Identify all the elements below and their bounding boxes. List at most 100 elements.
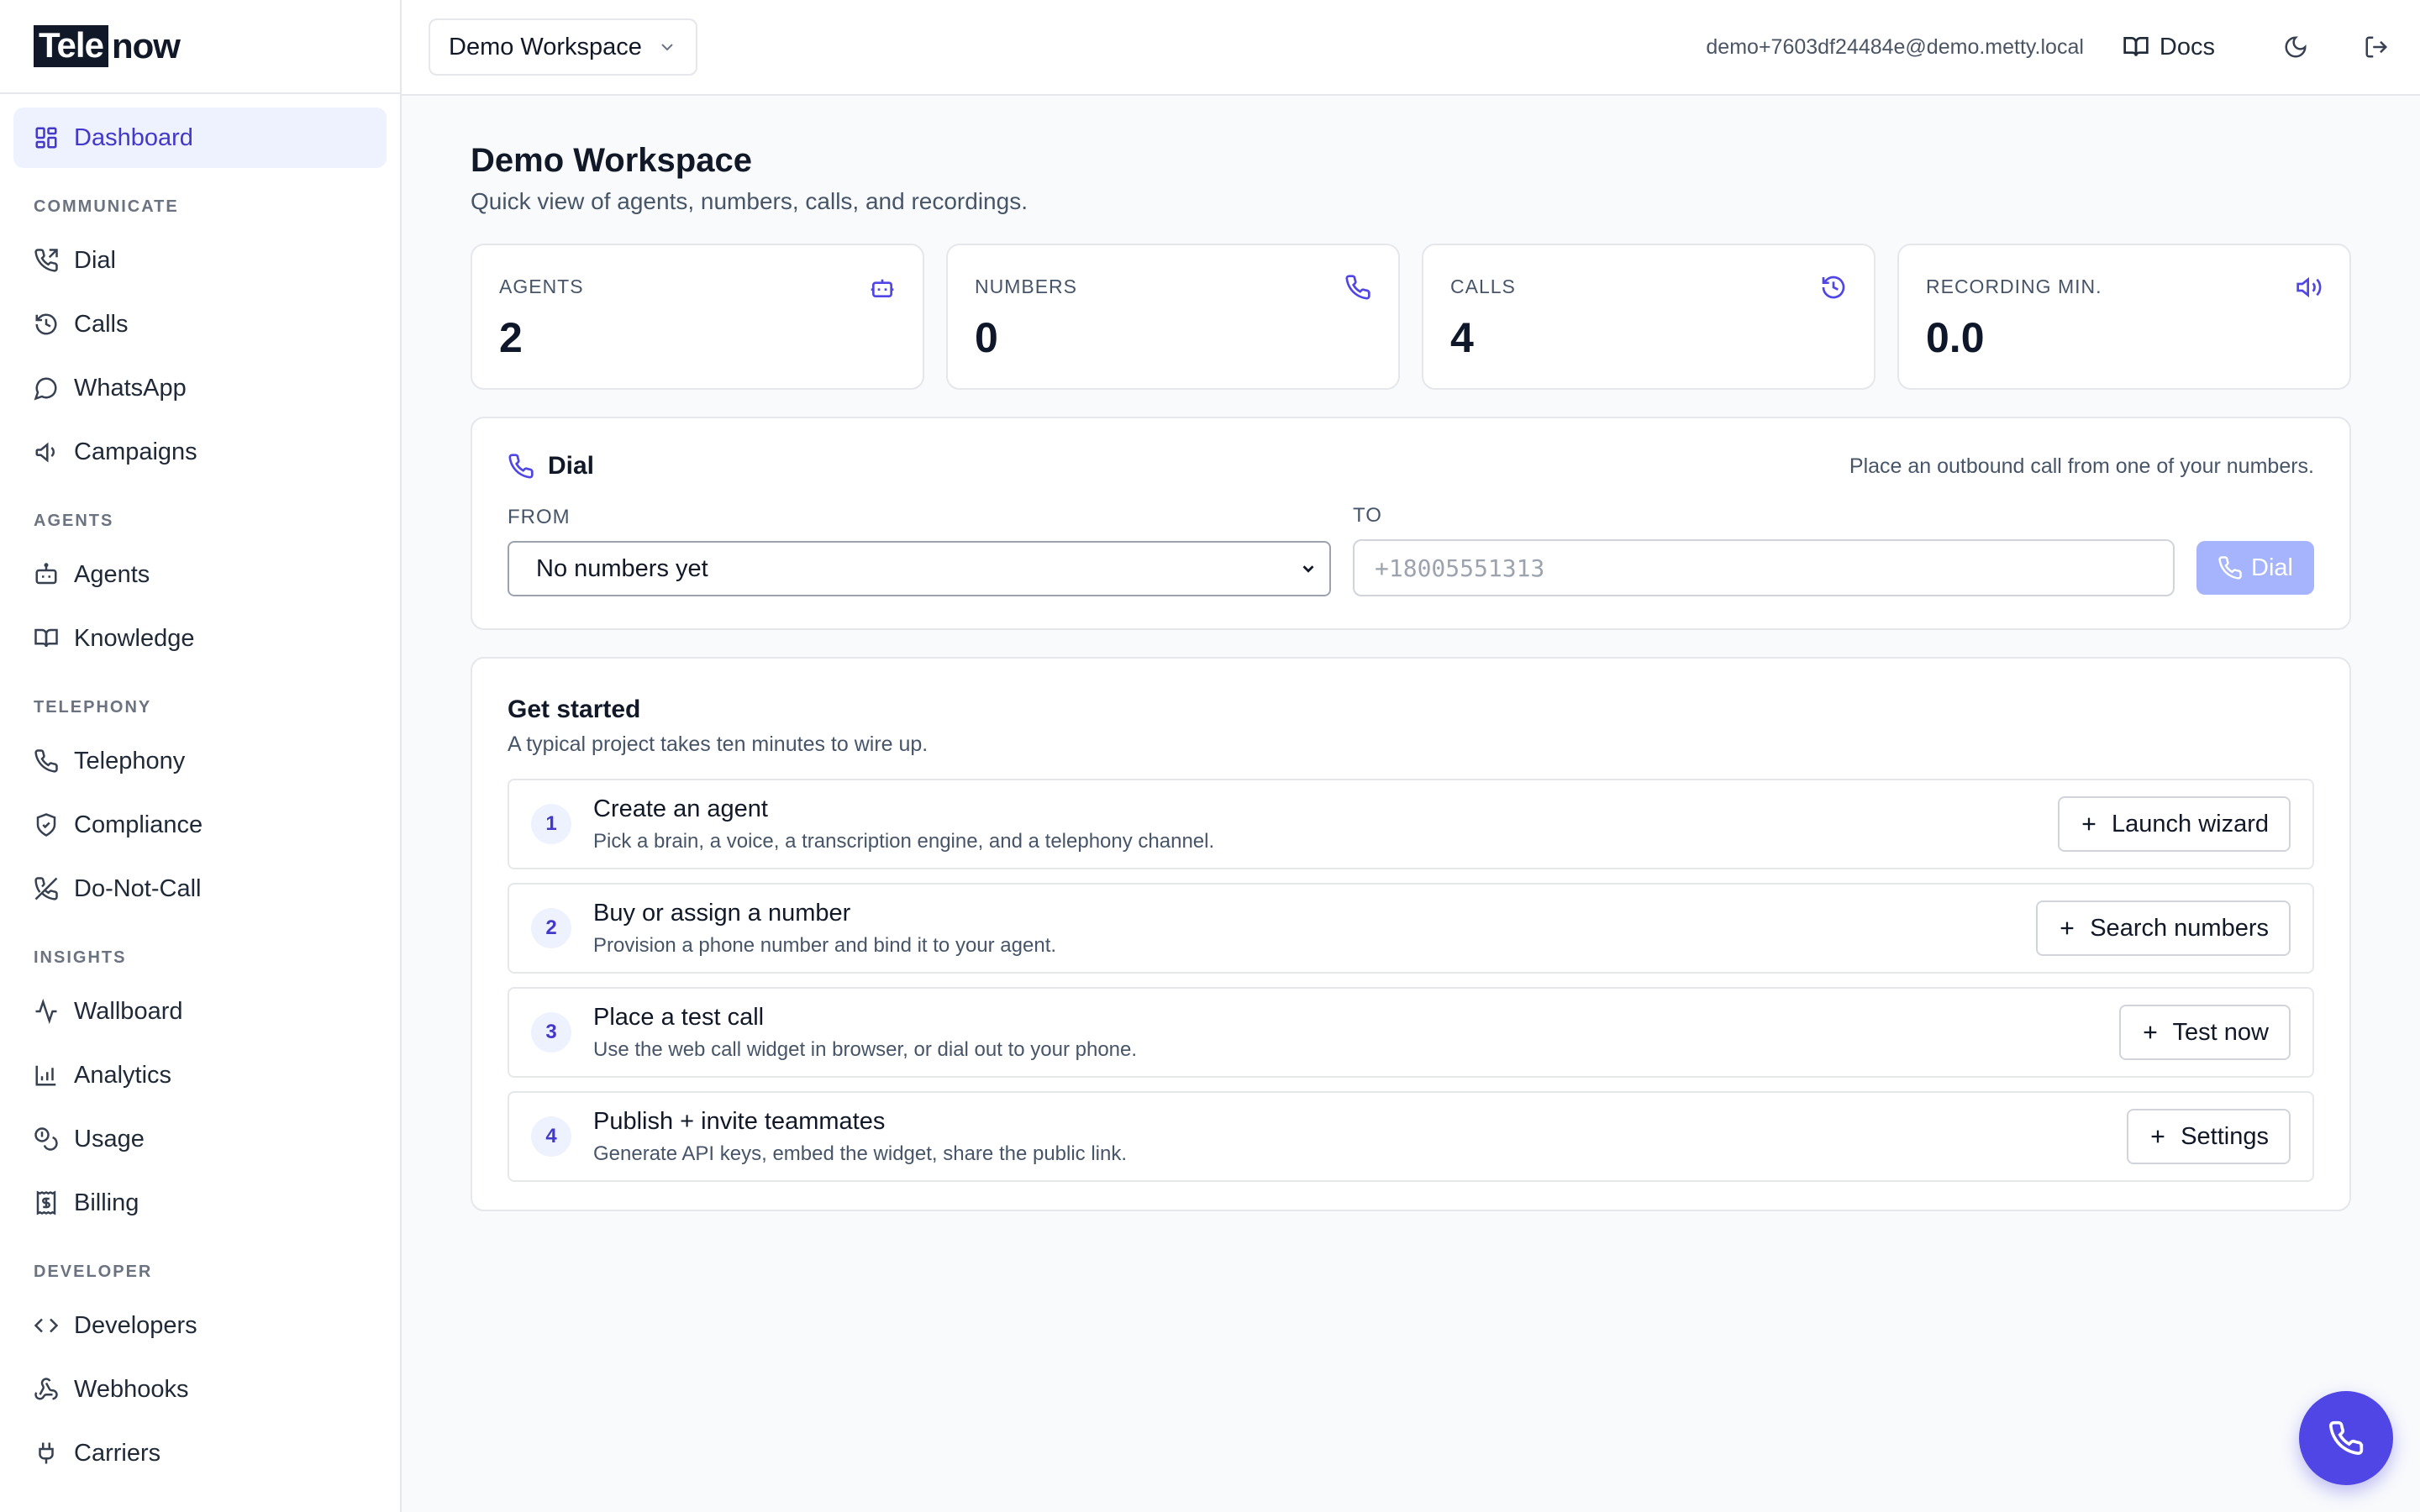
chevron-down-icon (657, 37, 677, 57)
activity-icon (34, 999, 59, 1024)
step-description: Generate API keys, embed the widget, sha… (593, 1142, 1128, 1165)
docs-label: Docs (2159, 33, 2215, 60)
sidebar-item-label: Knowledge (74, 624, 195, 652)
stat-card-calls[interactable]: CALLS 4 (1422, 244, 1876, 390)
stat-value: 0.0 (1926, 314, 1985, 361)
stat-value: 2 (499, 314, 523, 361)
docs-link[interactable]: Docs (2123, 34, 2215, 61)
sidebar-item-do-not-call[interactable]: Do-Not-Call (13, 858, 387, 919)
stat-value: 0 (975, 314, 998, 361)
sidebar-nav: Dashboard COMMUNICATE Dial Calls WhatsAp… (0, 94, 400, 1483)
stat-card-recording[interactable]: RECORDING MIN. 0.0 (1897, 244, 2351, 390)
logout-button[interactable] (2360, 30, 2393, 64)
to-number-input[interactable]: +18005551313 (1353, 539, 2175, 596)
sidebar-item-knowledge[interactable]: Knowledge (13, 608, 387, 669)
phone-icon (508, 453, 534, 480)
button-label: Search numbers (2090, 914, 2269, 942)
volume-icon (2296, 274, 2323, 301)
sidebar-item-label: Do-Not-Call (74, 874, 202, 902)
stat-label: RECORDING MIN. (1926, 276, 2102, 297)
dashboard-content: Demo Workspace Quick view of agents, num… (402, 96, 2420, 1211)
sidebar-item-label: Campaigns (74, 438, 197, 465)
sidebar-item-label: Analytics (74, 1061, 172, 1089)
sidebar-item-campaigns[interactable]: Campaigns (13, 422, 387, 482)
sidebar-item-label: Webhooks (74, 1375, 189, 1403)
call-widget-button[interactable] (2299, 1391, 2393, 1485)
step-description: Pick a brain, a voice, a transcription e… (593, 829, 1215, 853)
step-text: Create an agent Pick a brain, a voice, a… (593, 795, 2058, 853)
sidebar-item-whatsapp[interactable]: WhatsApp (13, 358, 387, 418)
to-placeholder: +18005551313 (1375, 554, 1545, 582)
sidebar-item-dial[interactable]: Dial (13, 230, 387, 291)
brand-logo-part1: Tele (34, 25, 108, 67)
dial-title: Dial (548, 452, 595, 480)
log-out-icon (2364, 34, 2389, 60)
sidebar-item-label: Wallboard (74, 997, 183, 1025)
phone-off-icon (34, 876, 59, 901)
workspace-selector[interactable]: Demo Workspace (429, 18, 697, 76)
button-label: Test now (2172, 1018, 2269, 1046)
user-email: demo+7603df24484e@demo.metty.local (1706, 34, 2084, 59)
stat-label: NUMBERS (975, 276, 1078, 297)
sidebar-item-agents[interactable]: Agents (13, 544, 387, 605)
sidebar-item-analytics[interactable]: Analytics (13, 1045, 387, 1105)
from-selected-value: No numbers yet (536, 554, 708, 582)
sidebar-item-carriers[interactable]: Carriers (13, 1423, 387, 1483)
sidebar-item-label: Usage (74, 1125, 145, 1152)
dashboard-icon (34, 125, 59, 150)
sidebar-item-label: Dial (74, 246, 116, 274)
get-started-title: Get started (508, 696, 641, 723)
settings-button[interactable]: Settings (2127, 1109, 2291, 1164)
main-area: Demo Workspace demo+7603df24484e@demo.me… (402, 0, 2420, 1512)
stat-card-agents[interactable]: AGENTS 2 (471, 244, 924, 390)
book-open-icon (2123, 34, 2149, 60)
from-number-select[interactable]: No numbers yet (508, 541, 1331, 596)
step-test-call: 3 Place a test call Use the web call wid… (508, 987, 2314, 1078)
sidebar-item-calls[interactable]: Calls (13, 294, 387, 354)
step-title: Buy or assign a number (593, 899, 851, 927)
sidebar-item-compliance[interactable]: Compliance (13, 795, 387, 855)
megaphone-icon (34, 439, 59, 465)
sidebar-item-webhooks[interactable]: Webhooks (13, 1359, 387, 1420)
plug-icon (34, 1441, 59, 1466)
theme-toggle-button[interactable] (2279, 30, 2312, 64)
section-telephony: TELEPHONY (34, 698, 152, 717)
receipt-icon (34, 1190, 59, 1215)
dial-button[interactable]: Dial (2196, 541, 2314, 595)
sidebar-item-usage[interactable]: Usage (13, 1109, 387, 1169)
plus-icon (2080, 815, 2098, 833)
sidebar-item-telephony[interactable]: Telephony (13, 731, 387, 791)
sidebar-item-dashboard[interactable]: Dashboard (13, 108, 387, 168)
step-text: Buy or assign a number Provision a phone… (593, 900, 2036, 958)
step-text: Place a test call Use the web call widge… (593, 1004, 2119, 1062)
sidebar-item-billing[interactable]: Billing (13, 1173, 387, 1233)
sidebar-item-label: WhatsApp (74, 374, 187, 402)
phone-outgoing-icon (34, 248, 59, 273)
phone-icon (2328, 1420, 2365, 1457)
workspace-name: Demo Workspace (449, 33, 642, 60)
shield-check-icon (34, 812, 59, 837)
launch-wizard-button[interactable]: Launch wizard (2058, 796, 2291, 852)
get-started-subtitle: A typical project takes ten minutes to w… (508, 732, 929, 756)
coins-icon (34, 1126, 59, 1152)
test-now-button[interactable]: Test now (2118, 1005, 2291, 1060)
to-label: TO (1353, 504, 1382, 527)
to-field: TO +18005551313 (1353, 504, 2175, 596)
steps-list: 1 Create an agent Pick a brain, a voice,… (508, 779, 2314, 1182)
sidebar-item-wallboard[interactable]: Wallboard (13, 981, 387, 1042)
plus-icon (2058, 919, 2076, 937)
chevron-down-icon (1299, 559, 1318, 578)
stat-value: 4 (1450, 314, 1474, 361)
dial-form: FROM No numbers yet TO +18005551313 Dial (508, 504, 2314, 596)
stat-card-numbers[interactable]: NUMBERS 0 (946, 244, 1400, 390)
sidebar-item-label: Calls (74, 310, 129, 338)
sidebar-item-developers[interactable]: Developers (13, 1295, 387, 1356)
book-open-icon (34, 626, 59, 651)
section-insights: INSIGHTS (34, 948, 127, 967)
step-number: 2 (531, 908, 571, 948)
plus-icon (2149, 1127, 2167, 1146)
step-buy-number: 2 Buy or assign a number Provision a pho… (508, 883, 2314, 974)
app-root: Tele now Dashboard COMMUNICATE Dial Calls… (0, 0, 2420, 1512)
search-numbers-button[interactable]: Search numbers (2036, 900, 2291, 956)
brand-logo[interactable]: Tele now (0, 0, 400, 94)
